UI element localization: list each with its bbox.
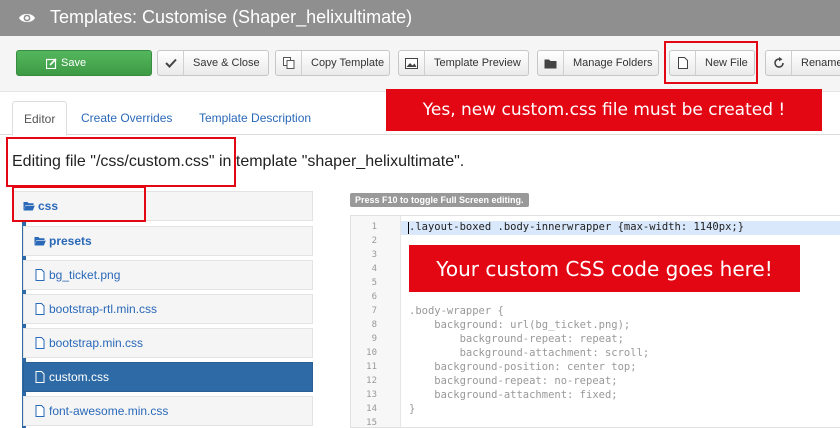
- save-close-button[interactable]: Save & Close: [157, 50, 269, 76]
- copy-template-button[interactable]: Copy Template: [275, 50, 390, 76]
- tree-item-label: custom.css: [49, 370, 110, 384]
- editing-file-highlight: [6, 137, 236, 187]
- line-number: 13: [366, 390, 377, 400]
- tree-file-font-awesome[interactable]: font-awesome.min.css: [23, 396, 313, 426]
- tab-create-overrides-label: Create Overrides: [81, 111, 173, 125]
- line-number: 9: [371, 334, 377, 344]
- line-number: 3: [371, 250, 377, 260]
- template-preview-label: Template Preview: [434, 57, 521, 69]
- code-line: background-repeat: no-repeat;: [409, 375, 618, 387]
- folder-open-icon: [34, 237, 46, 246]
- tree-file-custom-css[interactable]: custom.css: [23, 362, 313, 392]
- tree-item-label: font-awesome.min.css: [49, 404, 169, 418]
- line-number: 1: [371, 222, 377, 232]
- code-callout: Your custom CSS code goes here!: [409, 245, 800, 292]
- toolbar: Save Save & Close Copy Template Template…: [0, 36, 840, 92]
- fullscreen-hint-text: Press F10 to toggle Full Screen editing.: [355, 195, 524, 205]
- file-icon: [35, 337, 45, 349]
- rename-label: Rename: [801, 57, 840, 69]
- save-button[interactable]: Save: [16, 50, 152, 76]
- tree-file-bootstrap-rtl[interactable]: bootstrap-rtl.min.css: [23, 294, 313, 324]
- new-file-callout: Yes, new custom.css file must be created…: [386, 89, 822, 131]
- template-preview-button[interactable]: Template Preview: [398, 50, 529, 76]
- code-line: background-attachment: fixed;: [409, 389, 618, 401]
- title-bar: Templates: Customise (Shaper_helixultima…: [0, 0, 840, 36]
- editing-suffix: .: [459, 153, 465, 170]
- folder-icon: [538, 51, 564, 75]
- file-icon: [35, 371, 45, 383]
- code-line: background-repeat: repeat;: [409, 333, 624, 345]
- line-number: 8: [371, 320, 377, 330]
- copy-icon: [276, 51, 302, 75]
- rename-button[interactable]: Rename: [765, 50, 840, 76]
- line-number: 7: [371, 306, 377, 316]
- editing-template-name: "shaper_helixultimate": [301, 153, 460, 170]
- css-folder-highlight: [12, 186, 146, 222]
- tree-file-bg-ticket[interactable]: bg_ticket.png: [23, 260, 313, 290]
- file-icon: [35, 303, 45, 315]
- tree-folder-presets[interactable]: presets: [23, 226, 313, 256]
- line-number: 10: [366, 348, 377, 358]
- line-number: 15: [366, 418, 377, 428]
- code-line: background-position: center top;: [409, 361, 637, 373]
- tree-item-label: presets: [49, 234, 92, 248]
- save-label: Save: [61, 57, 87, 69]
- page-title: Templates: Customise (Shaper_helixultima…: [50, 7, 413, 27]
- code-line: .layout-boxed .body-innerwrapper {max-wi…: [409, 221, 745, 233]
- check-icon: [158, 51, 184, 75]
- line-number: 6: [371, 292, 377, 302]
- save-close-label: Save & Close: [193, 57, 260, 69]
- manage-folders-label: Manage Folders: [573, 57, 653, 69]
- tree-item-label: bootstrap.min.css: [49, 336, 144, 350]
- refresh-icon: [766, 51, 792, 75]
- line-number: 5: [371, 278, 377, 288]
- tab-create-overrides[interactable]: Create Overrides: [81, 101, 172, 135]
- text-cursor: [408, 222, 409, 234]
- line-number: 12: [366, 376, 377, 386]
- file-icon: [35, 269, 45, 281]
- tab-editor-label: Editor: [24, 111, 56, 126]
- tab-template-description[interactable]: Template Description: [199, 101, 311, 135]
- tab-editor[interactable]: Editor: [12, 101, 68, 136]
- code-callout-text: Your custom CSS code goes here!: [436, 256, 773, 281]
- file-icon: [35, 405, 45, 417]
- copy-template-label: Copy Template: [311, 57, 385, 69]
- code-line: background-attachment: scroll;: [409, 347, 650, 359]
- code-line: background: url(bg_ticket.png);: [409, 319, 631, 331]
- line-number: 11: [366, 362, 377, 372]
- code-line: .body-wrapper {: [409, 305, 504, 317]
- code-line: }: [409, 403, 416, 415]
- image-icon: [399, 51, 425, 75]
- tab-template-description-label: Template Description: [199, 111, 312, 125]
- eye-icon: [19, 13, 35, 23]
- line-number: 14: [366, 404, 377, 414]
- edit-icon: [17, 51, 57, 75]
- line-number: 2: [371, 236, 377, 246]
- manage-folders-button[interactable]: Manage Folders: [537, 50, 659, 76]
- tree-item-label: bg_ticket.png: [49, 268, 121, 282]
- new-file-highlight: [664, 41, 758, 84]
- fullscreen-hint: Press F10 to toggle Full Screen editing.: [350, 193, 529, 207]
- line-number: 4: [371, 264, 377, 274]
- tree-file-bootstrap-min[interactable]: bootstrap.min.css: [23, 328, 313, 358]
- new-file-callout-text: Yes, new custom.css file must be created…: [422, 100, 786, 120]
- tree-item-label: bootstrap-rtl.min.css: [49, 302, 158, 316]
